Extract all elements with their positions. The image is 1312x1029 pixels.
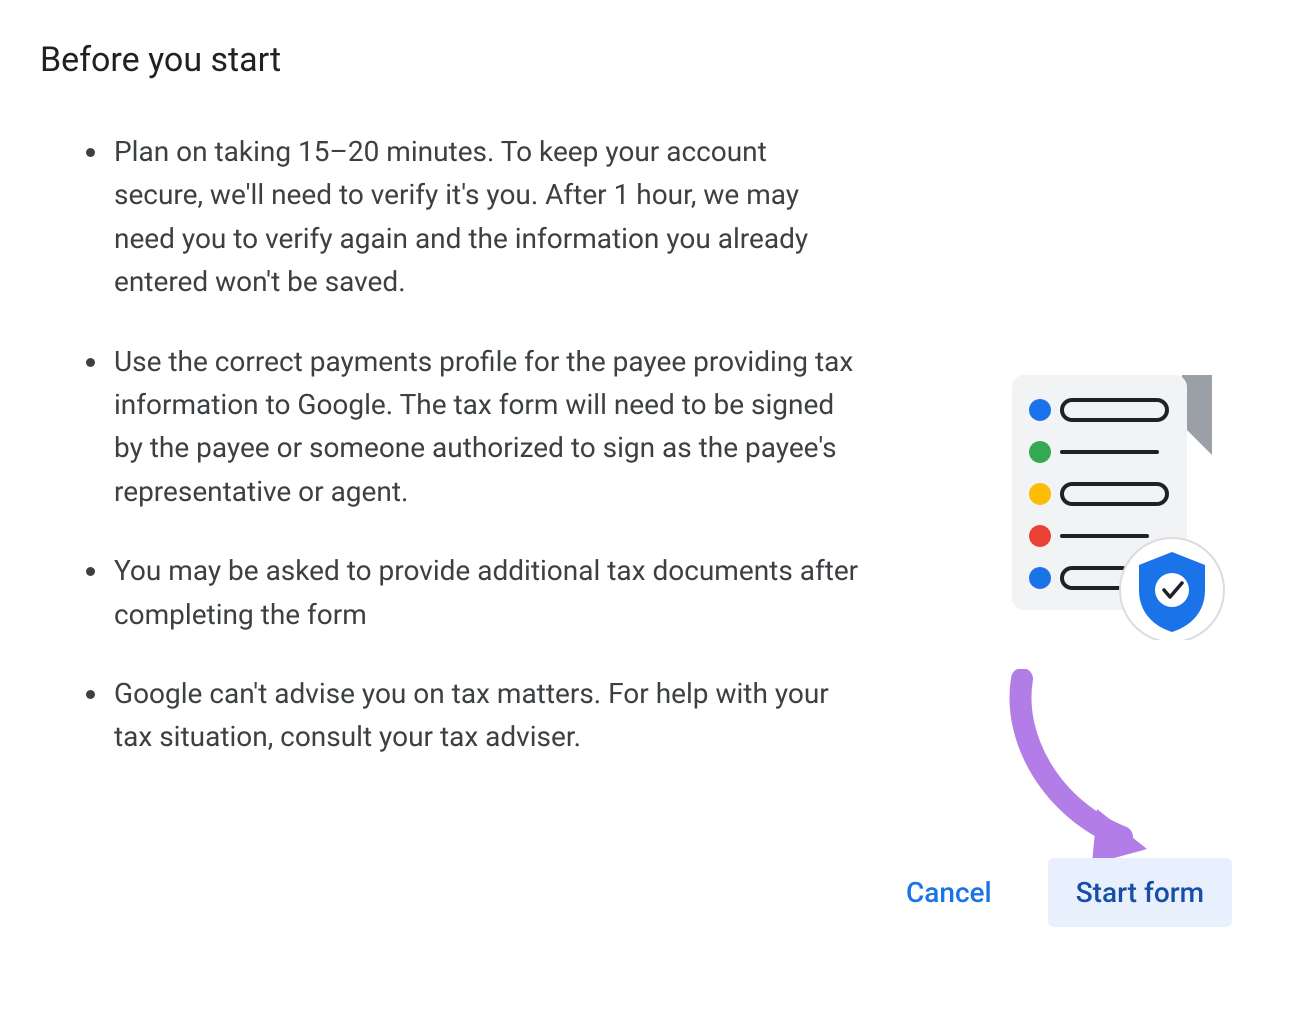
form-shield-illustration — [992, 340, 1242, 640]
list-item: Use the correct payments profile for the… — [110, 340, 860, 514]
instruction-list: Plan on taking 15–20 minutes. To keep yo… — [40, 130, 860, 795]
list-item: Plan on taking 15–20 minutes. To keep yo… — [110, 130, 860, 304]
dialog-actions: Cancel Start form — [878, 858, 1232, 927]
list-item: You may be asked to provide additional t… — [110, 549, 860, 636]
before-you-start-dialog: Before you start Plan on taking 15–20 mi… — [40, 40, 1272, 989]
list-item: Google can't advise you on tax matters. … — [110, 672, 860, 759]
cancel-button[interactable]: Cancel — [878, 858, 1020, 927]
start-form-button[interactable]: Start form — [1048, 858, 1232, 927]
dialog-heading: Before you start — [40, 40, 1272, 80]
